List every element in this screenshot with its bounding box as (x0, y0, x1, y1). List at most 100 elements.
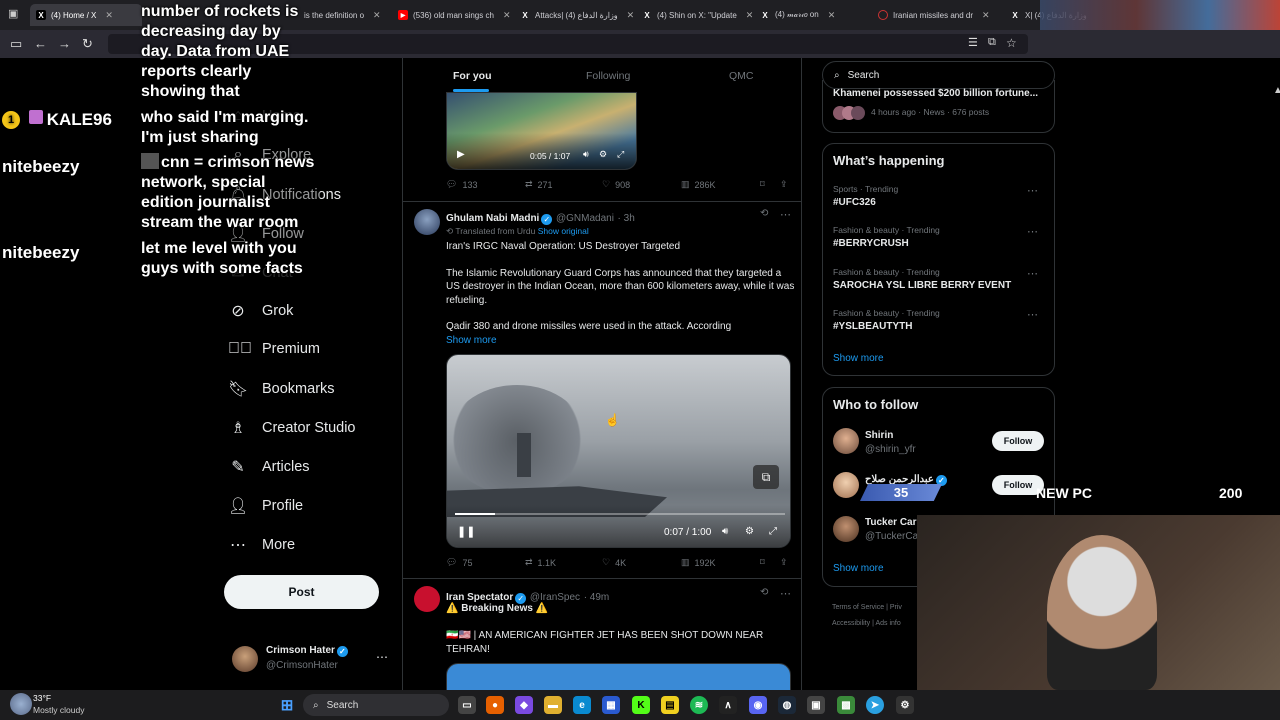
sidebar-item-premium[interactable]: ✓⃝ Premium (228, 340, 320, 358)
video-player[interactable]: ☝ ⧉ ❚❚ 0:07 / 1:00 🔊︎ ⚙ ⤢ (446, 354, 791, 548)
back-icon[interactable]: ← (34, 36, 47, 51)
trend-item[interactable]: Fashion & beauty · Trending #BERRYCRUSH … (833, 225, 1048, 249)
play-icon[interactable]: ▶ (457, 149, 465, 160)
reply-button[interactable]: 💬︎ 133 (446, 179, 477, 190)
follow-name[interactable]: Tucker Car (865, 517, 917, 528)
screenshot-icon[interactable]: ⧉ (988, 36, 996, 49)
tab-5[interactable]: X (4) Shin on X: "Update ✕ (636, 4, 754, 26)
close-tab-icon[interactable]: ✕ (828, 10, 836, 21)
kick-icon[interactable]: K (632, 696, 650, 714)
tab-2[interactable]: is the definition o ✕ (298, 4, 388, 26)
author-handle[interactable]: @GNMadani (556, 213, 614, 224)
telegram-icon[interactable]: ➤ (866, 696, 884, 714)
post-button[interactable]: Post (224, 575, 379, 609)
app-icon[interactable]: ∧ (719, 696, 737, 714)
account-switcher[interactable]: Crimson Hater ✓ @CrimsonHater ⋯ (224, 640, 394, 676)
taskbar-search[interactable]: ⌕ Search (303, 694, 449, 716)
author-name[interactable]: Iran Spectator (446, 592, 513, 603)
volume-icon[interactable]: 🔊︎ (722, 526, 728, 537)
follow-button[interactable]: Follow (992, 431, 1044, 451)
footer-link[interactable]: Ads info (875, 620, 900, 627)
share-button[interactable]: ⇪ (780, 179, 788, 190)
windows-start-icon[interactable]: ⊞ (278, 696, 296, 714)
tab-6[interactable]: X (4) 𝓂𝒶𝓇𝒾𝑜 on ✕ (754, 4, 866, 26)
footer-link[interactable]: Priv (890, 604, 902, 611)
forward-icon[interactable]: → (58, 36, 71, 51)
repost-button[interactable]: ⇄ 1.1K (525, 557, 556, 568)
steam-icon[interactable]: ◍ (778, 696, 796, 714)
show-more-link[interactable]: Show more (833, 353, 884, 364)
weather-icon[interactable] (10, 693, 32, 715)
avatar[interactable] (833, 516, 859, 542)
bookmark-button[interactable]: ⌑ (760, 179, 765, 190)
tab-4[interactable]: X Attacks| وزارة الدفاع (4) ✕ (514, 4, 636, 26)
author-name[interactable]: Ghulam Nabi Madni (446, 213, 539, 224)
avatar[interactable] (833, 428, 859, 454)
spotify-icon[interactable]: ≋ (690, 696, 708, 714)
notes-icon[interactable]: ▤ (661, 696, 679, 714)
scroll-up-icon[interactable]: ▲ (1273, 85, 1280, 96)
repost-button[interactable]: ⇄ 271 (525, 179, 553, 190)
trend-item[interactable]: Fashion & beauty · Trending SAROCHA YSL … (833, 267, 1048, 291)
close-tab-icon[interactable]: ✕ (503, 10, 510, 21)
tab-home-x[interactable]: X (4) Home / X ✕ (30, 4, 142, 26)
tweet-more-icon[interactable]: ⋯ (780, 587, 791, 600)
volume-icon[interactable]: 🔊︎ (583, 149, 589, 160)
show-original-link[interactable]: Show original (538, 226, 589, 236)
sidebar-item-bookmarks[interactable]: 🔖︎ Bookmarks (228, 379, 335, 399)
sidebar-item-creator-studio[interactable]: ♗ Creator Studio (228, 418, 356, 438)
reply-button[interactable]: 💬︎ 75 (446, 557, 472, 568)
firefox-icon[interactable]: ● (486, 696, 504, 714)
bookmark-star-icon[interactable]: ☆ (1006, 36, 1017, 50)
settings-icon[interactable]: ⚙ (745, 526, 754, 537)
tab-qmc[interactable]: QMC (729, 70, 754, 82)
fullscreen-icon[interactable]: ⤢ (769, 526, 777, 537)
account-more-icon[interactable]: ⋯ (376, 650, 388, 664)
video-player[interactable]: ▶ 0:05 / 1:07 🔊︎ ⚙ ⤢ (446, 92, 637, 170)
trend-more-icon[interactable]: ⋯ (1027, 308, 1038, 321)
tweet-image[interactable] (446, 663, 791, 690)
app-icon[interactable]: ▩ (837, 696, 855, 714)
sidebar-item-grok[interactable]: ⊘ Grok (228, 301, 293, 321)
discord-icon[interactable]: ◉ (749, 696, 767, 714)
trend-item[interactable]: Fashion & beauty · Trending #YSLBEAUTYTH… (833, 308, 1048, 332)
tab-list-icon[interactable]: ▣ (8, 7, 18, 20)
reload-icon[interactable]: ↻ (82, 36, 93, 52)
sidebar-item-more[interactable]: ⋯ More (228, 535, 295, 555)
tab-3[interactable]: ▶ (536) old man sings ch ✕ (392, 4, 510, 26)
app-icon[interactable]: ▣ (807, 696, 825, 714)
author-handle[interactable]: @IranSpec (530, 592, 580, 603)
pause-icon[interactable]: ❚❚ (457, 525, 475, 538)
like-button[interactable]: ♡ 908 (602, 179, 630, 190)
close-tab-icon[interactable]: ✕ (627, 10, 635, 21)
avatar[interactable] (833, 472, 859, 498)
tab-7[interactable]: Iranian missiles and dr ✕ (872, 4, 1004, 26)
footer-link[interactable]: Accessibility (832, 620, 870, 627)
views-button[interactable]: ▥ 286K (681, 179, 716, 190)
sidebar-item-articles[interactable]: ✎ Articles (228, 457, 309, 477)
news-card[interactable]: Khamenei possessed $200 billion fortune.… (822, 80, 1055, 133)
trend-more-icon[interactable]: ⋯ (1027, 184, 1038, 197)
trend-more-icon[interactable]: ⋯ (1027, 225, 1038, 238)
store-icon[interactable]: ▦ (602, 696, 620, 714)
sidebar-item-profile[interactable]: 👤︎ Profile (228, 496, 303, 516)
tweet-more-icon[interactable]: ⋯ (780, 208, 791, 221)
avatar[interactable] (414, 209, 440, 235)
views-button[interactable]: ▥ 192K (681, 557, 716, 568)
app-icon[interactable]: ⚙ (896, 696, 914, 714)
footer-link[interactable]: Terms of Service (832, 604, 884, 611)
picture-in-picture-icon[interactable]: ⧉ (753, 465, 779, 489)
edge-icon[interactable]: e (573, 696, 591, 714)
close-tab-icon[interactable]: ✕ (746, 10, 754, 21)
tweet-time[interactable]: · 49m (584, 592, 610, 603)
grok-explain-icon[interactable]: ⟲ (760, 208, 768, 219)
close-tab-icon[interactable]: ✕ (373, 10, 381, 21)
grok-explain-icon[interactable]: ⟲ (760, 587, 768, 598)
task-view-icon[interactable]: ▭ (458, 696, 476, 714)
reader-view-icon[interactable]: ☰ (968, 36, 978, 49)
close-tab-icon[interactable]: ✕ (982, 10, 990, 21)
tab-for-you[interactable]: For you (453, 70, 492, 82)
show-more-link[interactable]: Show more (446, 334, 796, 348)
like-button[interactable]: ♡ 4K (602, 557, 626, 568)
sidebar-toggle-icon[interactable]: ▭ (10, 36, 22, 52)
